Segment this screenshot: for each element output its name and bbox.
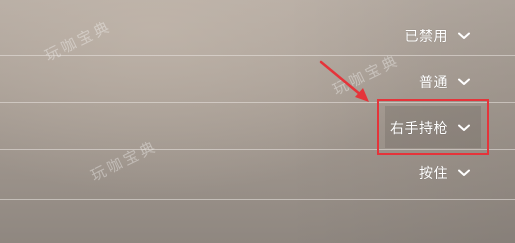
option-dropdown-hold[interactable]: 按住	[419, 160, 470, 186]
chevron-down-icon	[458, 32, 470, 40]
option-label: 按住	[419, 166, 448, 182]
watermark: 玩咖宝典	[87, 137, 161, 185]
row-divider	[0, 55, 515, 56]
option-dropdown-normal[interactable]: 普通	[419, 69, 470, 95]
option-label: 已禁用	[404, 29, 448, 45]
row-divider	[0, 199, 515, 200]
red-arrow-icon	[319, 60, 369, 102]
option-label: 普通	[419, 75, 448, 91]
row-divider	[0, 149, 515, 150]
chevron-down-icon	[458, 169, 470, 177]
chevron-down-icon	[458, 124, 470, 132]
watermark: 玩咖宝典	[41, 17, 115, 65]
option-dropdown-right-hand[interactable]: 右手持枪	[390, 115, 470, 141]
settings-panel: 玩咖宝典 玩咖宝典 玩咖宝典 已禁用 普通 右手持枪 按住	[0, 0, 515, 243]
watermark: 玩咖宝典	[329, 51, 403, 99]
option-label: 右手持枪	[390, 121, 448, 137]
chevron-down-icon	[458, 78, 470, 86]
option-dropdown-disabled[interactable]: 已禁用	[404, 23, 470, 49]
row-divider	[0, 102, 515, 103]
